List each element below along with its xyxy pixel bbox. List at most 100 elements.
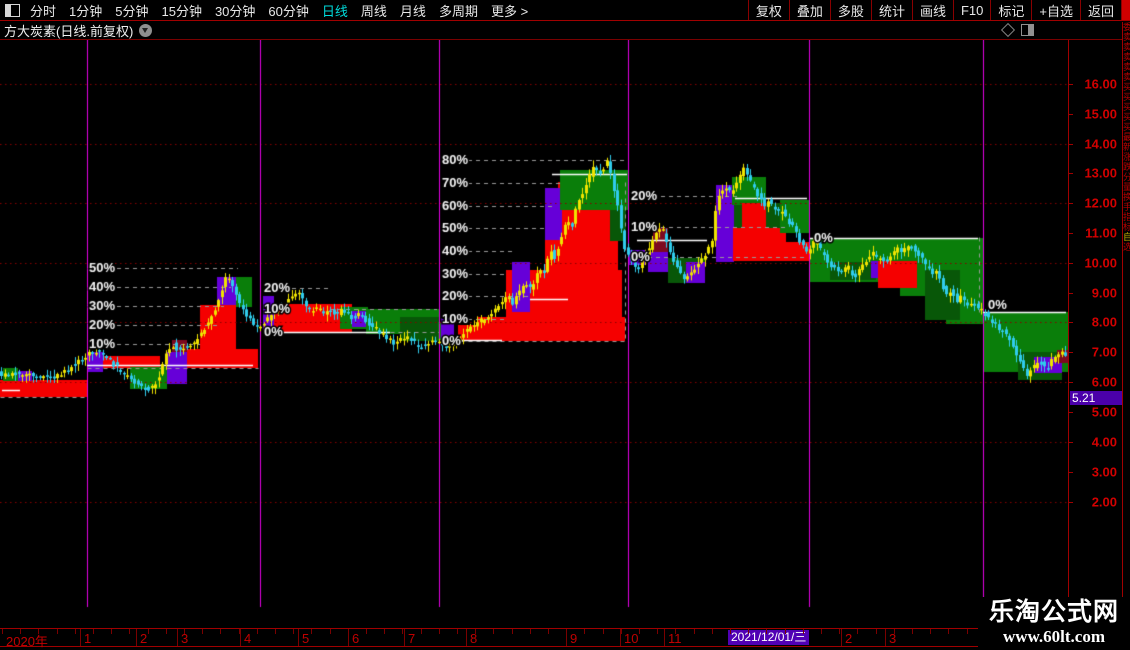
period-tab-7[interactable]: 周线 bbox=[361, 1, 387, 20]
date-tick bbox=[384, 629, 386, 634]
sidebar-toggle-icon[interactable] bbox=[5, 3, 20, 17]
toolbar-button-5[interactable]: F10 bbox=[952, 0, 990, 20]
date-label: 2020年 bbox=[6, 634, 48, 649]
date-tick bbox=[329, 629, 331, 634]
price-label: 4.00 bbox=[1091, 434, 1117, 450]
date-tick bbox=[74, 629, 76, 634]
toolbar-button-6[interactable]: 标记 bbox=[990, 0, 1031, 20]
date-tick bbox=[420, 629, 422, 634]
price-label: 8.00 bbox=[1091, 314, 1117, 330]
period-tab-6[interactable]: 日线 bbox=[322, 1, 348, 20]
toolbar-button-4[interactable]: 画线 bbox=[911, 0, 953, 20]
date-tick bbox=[711, 629, 713, 634]
price-tick bbox=[1069, 472, 1073, 473]
date-tick bbox=[293, 629, 295, 634]
date-label: 3 bbox=[889, 631, 897, 646]
period-tab-5[interactable]: 60分钟 bbox=[268, 1, 308, 20]
price-tick bbox=[1069, 412, 1073, 413]
date-tick bbox=[748, 629, 750, 634]
price-label: 6.00 bbox=[1091, 374, 1117, 390]
period-tab-9[interactable]: 多周期 bbox=[439, 1, 478, 20]
toolbar-button-7[interactable]: +自选 bbox=[1031, 0, 1080, 20]
price-tick bbox=[1069, 322, 1073, 323]
period-tab-4[interactable]: 30分钟 bbox=[215, 1, 255, 20]
date-tick bbox=[256, 629, 258, 634]
month-divider bbox=[841, 629, 842, 646]
date-label: 9 bbox=[570, 631, 578, 646]
month-divider bbox=[466, 629, 467, 646]
period-tab-2[interactable]: 5分钟 bbox=[115, 1, 148, 20]
date-tick bbox=[784, 629, 786, 634]
watermark-url: www.60lt.com bbox=[1003, 627, 1105, 646]
date-tick bbox=[766, 629, 768, 634]
date-tick bbox=[639, 629, 640, 634]
toolbar-button-3[interactable]: 统计 bbox=[870, 0, 912, 20]
date-axis[interactable]: 2021/12/01/三 2020年 1 2 3 4 5 6 7 8 9 10 11 2 3 bbox=[0, 628, 1122, 649]
price-tick bbox=[1069, 144, 1073, 145]
period-tab-0[interactable]: 分时 bbox=[30, 1, 56, 20]
date-label: 2 bbox=[140, 631, 148, 646]
main-chart-canvas[interactable] bbox=[0, 40, 1068, 628]
watermark: 乐淘公式网 www.60lt.com bbox=[978, 597, 1130, 650]
date-tick bbox=[529, 629, 531, 634]
period-tab-8[interactable]: 月线 bbox=[400, 1, 426, 20]
date-tick bbox=[93, 629, 94, 634]
toolbar-right-buttons: 复权 叠加 多股 统计 画线 F10 标记 +自选 返回 bbox=[747, 0, 1130, 20]
date-label: 11 bbox=[668, 631, 682, 646]
date-tick bbox=[311, 629, 313, 634]
last-price-tag: 5.21 bbox=[1070, 391, 1122, 405]
price-tick bbox=[1069, 114, 1073, 115]
toolbar-button-2[interactable]: 多股 bbox=[829, 0, 871, 20]
date-tick bbox=[438, 629, 440, 634]
price-tick bbox=[1069, 502, 1073, 503]
date-label: 1 bbox=[84, 631, 92, 646]
period-menu: 分时 1分钟 5分钟 15分钟 30分钟 60分钟 日线 周线 月线 多周期 更多 > bbox=[30, 1, 541, 20]
month-divider bbox=[348, 629, 349, 646]
date-tick bbox=[948, 629, 950, 634]
date-tick bbox=[875, 629, 877, 634]
date-tick bbox=[693, 629, 695, 634]
date-tick bbox=[56, 629, 58, 634]
quote-panel-red-header[interactable] bbox=[1123, 2, 1130, 20]
date-label: 10 bbox=[624, 631, 639, 646]
date-tick bbox=[457, 629, 458, 634]
price-label: 13.00 bbox=[1084, 165, 1117, 181]
date-tick bbox=[220, 629, 222, 634]
month-divider bbox=[240, 629, 241, 646]
month-divider bbox=[404, 629, 405, 646]
date-tick bbox=[584, 629, 586, 634]
date-tick bbox=[930, 629, 932, 634]
toolbar-button-0[interactable]: 复权 bbox=[747, 0, 789, 20]
date-tick bbox=[493, 629, 495, 634]
date-tick bbox=[857, 629, 859, 634]
period-tab-3[interactable]: 15分钟 bbox=[161, 1, 201, 20]
date-tick bbox=[912, 629, 913, 634]
price-tick bbox=[1069, 382, 1073, 383]
date-tick bbox=[275, 629, 276, 634]
date-tick bbox=[129, 629, 131, 634]
date-tick bbox=[366, 629, 367, 634]
date-tick bbox=[2, 629, 3, 634]
price-label: 5.00 bbox=[1091, 404, 1117, 420]
month-divider bbox=[298, 629, 299, 646]
price-label: 3.00 bbox=[1091, 464, 1117, 480]
price-axis[interactable]: 5.21 16.00 15.00 14.00 13.00 12.00 11.00 10.00… bbox=[1068, 40, 1122, 628]
date-label: 3 bbox=[181, 631, 189, 646]
price-label: 11.00 bbox=[1085, 225, 1117, 241]
price-label: 16.00 bbox=[1084, 76, 1117, 92]
month-divider bbox=[885, 629, 886, 646]
month-divider bbox=[566, 629, 567, 646]
price-tick bbox=[1069, 263, 1073, 264]
price-label: 2.00 bbox=[1091, 494, 1117, 510]
toolbar-button-8[interactable]: 返回 bbox=[1079, 0, 1121, 20]
collapsed-quote-panel-strip[interactable]: 委卖卖卖卖卖买买买买买最新涨跌分量换手指标自选 bbox=[1122, 22, 1130, 628]
date-tick bbox=[548, 629, 549, 634]
period-tab-10[interactable]: 更多 > bbox=[491, 1, 528, 20]
date-label: 8 bbox=[470, 631, 478, 646]
split-window-icon[interactable] bbox=[1021, 24, 1034, 36]
date-label: 6 bbox=[352, 631, 360, 646]
chevron-down-icon[interactable] bbox=[139, 24, 153, 37]
toolbar-button-1[interactable]: 叠加 bbox=[788, 0, 830, 20]
period-tab-1[interactable]: 1分钟 bbox=[69, 1, 102, 20]
date-tick bbox=[657, 629, 659, 634]
